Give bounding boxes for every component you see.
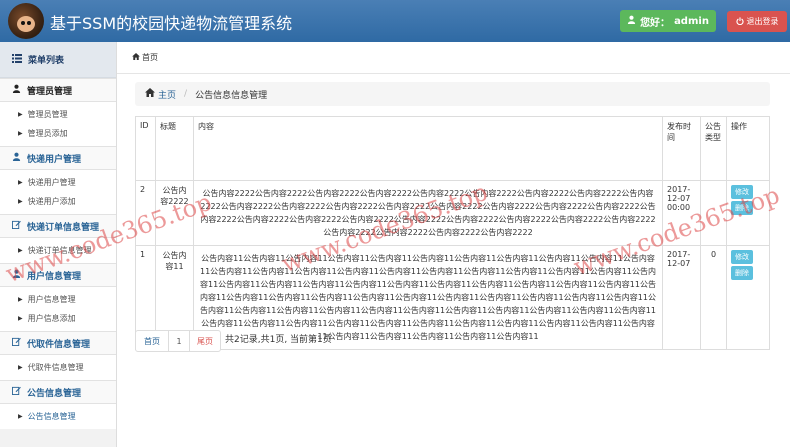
user-icon <box>12 269 21 281</box>
sidebar-item-user-info-manage[interactable]: ▶ 用户信息管理 <box>0 290 116 309</box>
pager-first[interactable]: 首页 <box>135 330 169 352</box>
caret-right-icon: ▶ <box>18 315 23 322</box>
pagination: 首页 1 尾页 共2记录,共1页, 当前第1页 <box>135 330 332 352</box>
user-icon <box>12 84 21 96</box>
cell-type <box>700 180 727 246</box>
cell-title: 公告内容2222 <box>154 180 194 246</box>
main-content: 主页 / 公告信息信息管理 ID 标题 内容 发布时间 公告类型 操作 2 公告… <box>117 74 790 447</box>
menu-title: 菜单列表 <box>0 42 116 78</box>
sidebar-group-courier-users[interactable]: 快递用户管理 <box>0 146 116 170</box>
col-header-content: 内容 <box>192 116 664 181</box>
delete-button[interactable]: 删除 <box>730 201 753 215</box>
edit-button[interactable]: 修改 <box>730 250 753 264</box>
logout-label: 退出登录 <box>746 17 779 26</box>
col-header-type: 公告类型 <box>700 116 727 181</box>
caret-right-icon: ▶ <box>18 247 23 254</box>
user-icon <box>12 152 21 164</box>
user-greeting: 您好： <box>640 17 671 29</box>
sidebar-item-admin-manage[interactable]: ▶ 管理员管理 <box>0 105 116 124</box>
table-header-row: ID 标题 内容 发布时间 公告类型 操作 <box>135 116 771 181</box>
caret-right-icon: ▶ <box>18 179 23 186</box>
pager-page[interactable]: 1 <box>168 330 190 352</box>
edit-button[interactable]: 修改 <box>730 185 753 199</box>
user-button[interactable]: 您好： admin <box>620 10 716 32</box>
sidebar-item-courier-user-add[interactable]: ▶ 快递用户添加 <box>0 192 116 211</box>
list-icon <box>12 53 22 66</box>
breadcrumb: 主页 / 公告信息信息管理 <box>135 82 770 106</box>
breadcrumb-current: 公告信息信息管理 <box>195 90 268 101</box>
user-name: admin <box>674 15 709 27</box>
cell-actions: 修改 删除 <box>725 245 771 350</box>
sidebar-group-admin[interactable]: 管理员管理 <box>0 78 116 102</box>
app-title: 基于SSM的校园快递物流管理系统 <box>50 14 293 33</box>
power-icon <box>735 16 744 27</box>
top-breadcrumb-bar: 首页 <box>117 42 790 74</box>
home-icon <box>145 88 155 100</box>
sidebar-group-notice[interactable]: 公告信息管理 <box>0 380 116 404</box>
col-header-title: 标题 <box>154 116 194 181</box>
delete-button[interactable]: 删除 <box>730 266 753 280</box>
avatar <box>8 3 44 39</box>
breadcrumb-home[interactable]: 主页 <box>145 88 176 101</box>
cell-type: 0 <box>700 245 727 350</box>
sidebar-item-order-manage[interactable]: ▶ 快递订单信息管理 <box>0 241 116 260</box>
cell-actions: 修改 删除 <box>725 180 771 246</box>
edit-icon <box>12 220 21 232</box>
sidebar: 菜单列表 管理员管理 ▶ 管理员管理 ▶ 管理员添加 快递用户管理 ▶ 快递用户管理 … <box>0 42 117 447</box>
sidebar-group-user-info[interactable]: 用户信息管理 <box>0 263 116 287</box>
edit-icon <box>12 386 21 398</box>
caret-right-icon: ▶ <box>18 296 23 303</box>
app-header: 基于SSM的校园快递物流管理系统 您好： admin 退出登录 <box>0 0 790 42</box>
cell-date: 2017-12-07 <box>662 245 702 350</box>
logout-button[interactable]: 退出登录 <box>727 11 787 32</box>
sidebar-item-pickup-manage[interactable]: ▶ 代取件信息管理 <box>0 358 116 377</box>
breadcrumb-separator: / <box>184 89 188 99</box>
pager-last[interactable]: 尾页 <box>189 330 221 352</box>
sidebar-item-admin-add[interactable]: ▶ 管理员添加 <box>0 124 116 143</box>
user-icon <box>627 15 636 27</box>
home-icon <box>132 53 140 62</box>
top-home-link[interactable]: 首页 <box>142 52 158 63</box>
caret-right-icon: ▶ <box>18 111 23 118</box>
col-header-id: ID <box>135 116 156 181</box>
sidebar-item-notice-manage[interactable]: ▶ 公告信息管理 <box>0 407 116 426</box>
sidebar-group-pickup[interactable]: 代取件信息管理 <box>0 331 116 355</box>
caret-right-icon: ▶ <box>18 413 23 420</box>
caret-right-icon: ▶ <box>18 130 23 137</box>
cell-date: 2017-12-07 00:00 <box>662 180 702 246</box>
pager-info: 共2记录,共1页, 当前第1页 <box>225 334 332 345</box>
cell-content: 公告内容2222公告内容2222公告内容2222公告内容2222公告内容2222… <box>192 180 664 246</box>
notice-table: ID 标题 内容 发布时间 公告类型 操作 2 公告内容2222 公告内容222… <box>135 116 771 350</box>
col-header-date: 发布时间 <box>662 116 702 181</box>
caret-right-icon: ▶ <box>18 364 23 371</box>
edit-icon <box>12 337 21 349</box>
cell-id: 2 <box>135 180 156 246</box>
col-header-actions: 操作 <box>725 116 771 181</box>
caret-right-icon: ▶ <box>18 198 23 205</box>
table-row: 2 公告内容2222 公告内容2222公告内容2222公告内容2222公告内容2… <box>135 180 771 246</box>
sidebar-group-orders[interactable]: 快递订单信息管理 <box>0 214 116 238</box>
sidebar-item-user-info-add[interactable]: ▶ 用户信息添加 <box>0 309 116 328</box>
sidebar-item-courier-user-manage[interactable]: ▶ 快递用户管理 <box>0 173 116 192</box>
